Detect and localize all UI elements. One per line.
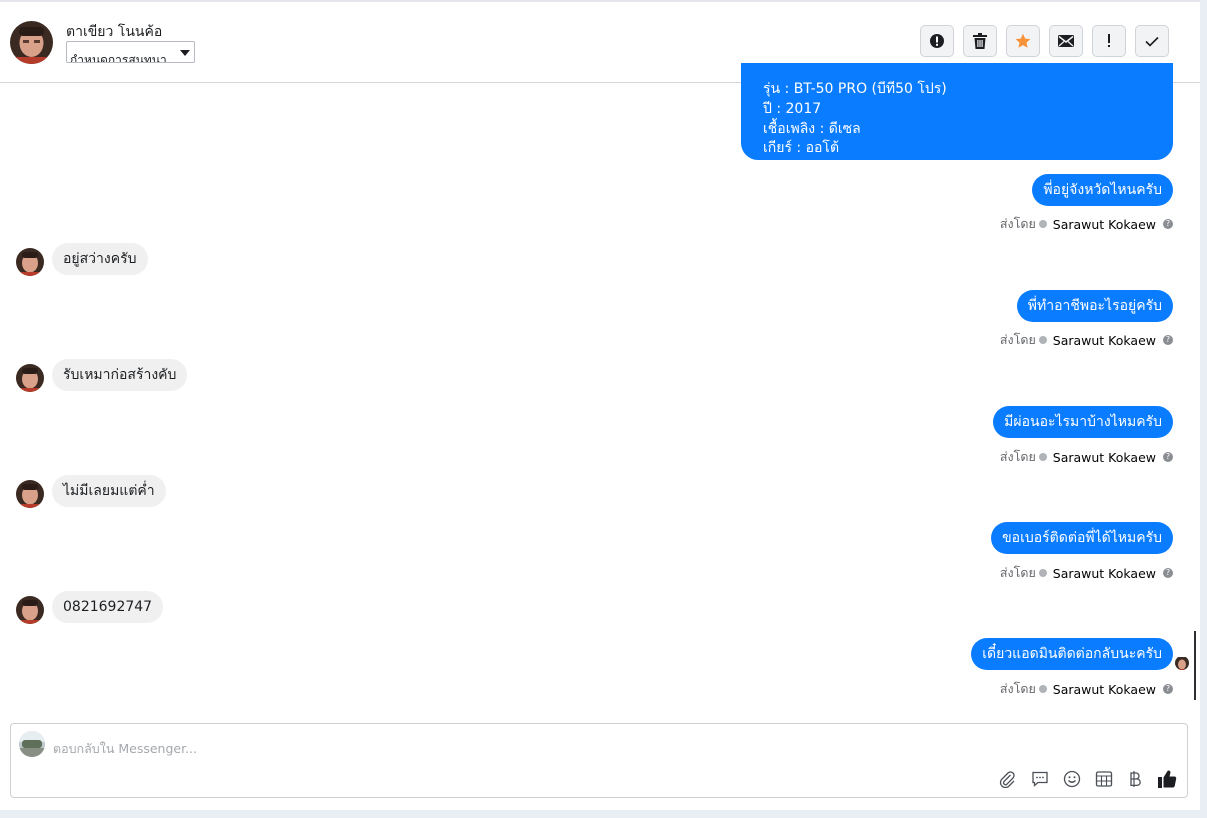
chevron-down-icon bbox=[180, 50, 190, 56]
reply-input[interactable] bbox=[51, 736, 755, 760]
sent-by-prefix: ส่งโดย bbox=[999, 681, 1036, 696]
sender-name[interactable]: Sarawut Kokaew bbox=[1053, 217, 1156, 232]
sent-by-prefix: ส่งโดย bbox=[999, 449, 1036, 464]
verified-icon bbox=[1038, 220, 1047, 228]
saved-reply-icon bbox=[1032, 771, 1048, 787]
like-icon bbox=[1158, 770, 1177, 788]
star-button[interactable] bbox=[1006, 25, 1040, 57]
important-icon bbox=[1108, 34, 1110, 47]
verified-icon bbox=[1038, 569, 1047, 577]
assign-conversation-dropdown[interactable]: กำหนดการสนทนา bbox=[66, 41, 195, 63]
incoming-message[interactable]: อยู่สว่างครับ bbox=[52, 243, 148, 275]
outgoing-message[interactable]: พี่ทำอาชีพอะไรอยู่ครับ bbox=[1016, 290, 1173, 322]
sent-by-line: ส่งโดย Sarawut Kokaew ? bbox=[1000, 214, 1173, 234]
contact-avatar-small bbox=[16, 248, 44, 276]
contact-name: ตาเขียว โนนค้อ bbox=[66, 24, 163, 40]
help-icon[interactable]: ? bbox=[1163, 219, 1173, 229]
incoming-message[interactable]: รับเหมาก่อสร้างคับ bbox=[52, 359, 188, 391]
outgoing-message[interactable]: มีผ่อนอะไรมาบ้างไหมครับ bbox=[993, 406, 1173, 438]
sent-by-line: ส่งโดย Sarawut Kokaew ? bbox=[1000, 447, 1173, 467]
contact-avatar-small bbox=[16, 364, 44, 392]
sent-by-prefix: ส่งโดย bbox=[999, 565, 1036, 580]
like-button[interactable] bbox=[1156, 768, 1178, 790]
mail-icon bbox=[1058, 35, 1074, 47]
done-icon bbox=[1145, 36, 1159, 47]
reply-composer bbox=[10, 723, 1188, 798]
star-icon bbox=[1015, 33, 1031, 48]
read-receipt-avatar bbox=[1175, 656, 1189, 670]
sent-by-line: ส่งโดย Sarawut Kokaew ? bbox=[1000, 330, 1173, 350]
sender-name[interactable]: Sarawut Kokaew bbox=[1053, 450, 1156, 465]
emoji-icon bbox=[1063, 770, 1081, 788]
assign-conversation-label: กำหนดการสนทนา bbox=[70, 53, 167, 63]
sent-by-line: ส่งโดย Sarawut Kokaew ? bbox=[1000, 679, 1173, 699]
car-gear-line: เกียร์ : ออโต้ bbox=[763, 140, 840, 156]
mark-done-button[interactable] bbox=[1135, 25, 1169, 57]
payment-button[interactable] bbox=[1124, 768, 1146, 790]
verified-icon bbox=[1038, 685, 1047, 693]
contact-avatar-small bbox=[16, 480, 44, 508]
scrollbar-thumb[interactable] bbox=[1194, 631, 1196, 700]
delete-button[interactable] bbox=[963, 25, 997, 57]
spam-button[interactable] bbox=[920, 25, 954, 57]
help-icon[interactable]: ? bbox=[1163, 452, 1173, 462]
help-icon[interactable]: ? bbox=[1163, 684, 1173, 694]
sent-by-prefix: ส่งโดย bbox=[999, 332, 1036, 347]
car-info-bubble: รุ่น : BT-50 PRO (บีที50 โปร) ปี : 2017 … bbox=[741, 63, 1173, 160]
message-list: รุ่น : BT-50 PRO (บีที50 โปร) ปี : 2017 … bbox=[0, 63, 1200, 713]
sent-by-prefix: ส่งโดย bbox=[999, 216, 1036, 231]
car-year-line: ปี : 2017 bbox=[763, 101, 822, 117]
verified-icon bbox=[1038, 453, 1047, 461]
incoming-message[interactable]: ไม่มีเลยมแต่ค่ำ bbox=[52, 475, 166, 507]
help-icon[interactable]: ? bbox=[1163, 568, 1173, 578]
conversation-panel: ตาเขียว โนนค้อ กำหนดการสนทนา รุ่น: BT-5… bbox=[0, 0, 1200, 810]
sender-name[interactable]: Sarawut Kokaew bbox=[1053, 566, 1156, 581]
outgoing-message[interactable]: พี่อยู่จังหวัดไหนครับ bbox=[1032, 174, 1173, 206]
important-button[interactable] bbox=[1092, 25, 1126, 57]
attach-icon bbox=[999, 771, 1015, 788]
trash-icon bbox=[973, 33, 987, 49]
mark-unread-button[interactable] bbox=[1049, 25, 1083, 57]
emoji-button[interactable] bbox=[1061, 768, 1083, 790]
help-icon[interactable]: ? bbox=[1163, 335, 1173, 345]
verified-icon bbox=[1038, 336, 1047, 344]
sender-name[interactable]: Sarawut Kokaew bbox=[1053, 333, 1156, 348]
outgoing-message[interactable]: ขอเบอร์ติดต่อพี่ได้ไหมครับ bbox=[991, 522, 1173, 554]
sent-by-line: ส่งโดย Sarawut Kokaew ? bbox=[1000, 563, 1173, 583]
incoming-message[interactable]: 0821692747 bbox=[52, 591, 164, 623]
spam-icon bbox=[930, 34, 944, 48]
attach-button[interactable] bbox=[996, 768, 1018, 790]
baht-icon bbox=[1130, 771, 1141, 787]
appointment-button[interactable] bbox=[1093, 768, 1115, 790]
saved-reply-button[interactable] bbox=[1029, 768, 1051, 790]
appointment-icon bbox=[1095, 771, 1113, 787]
page-avatar bbox=[19, 731, 45, 757]
sender-name[interactable]: Sarawut Kokaew bbox=[1053, 682, 1156, 697]
contact-avatar[interactable] bbox=[10, 21, 53, 64]
car-model-line: รุ่น : BT-50 PRO (บีที50 โปร) bbox=[763, 81, 947, 97]
contact-avatar-small bbox=[16, 596, 44, 624]
outgoing-message[interactable]: เดี๋ยวแอดมินติดต่อกลับนะครับ bbox=[971, 638, 1173, 670]
